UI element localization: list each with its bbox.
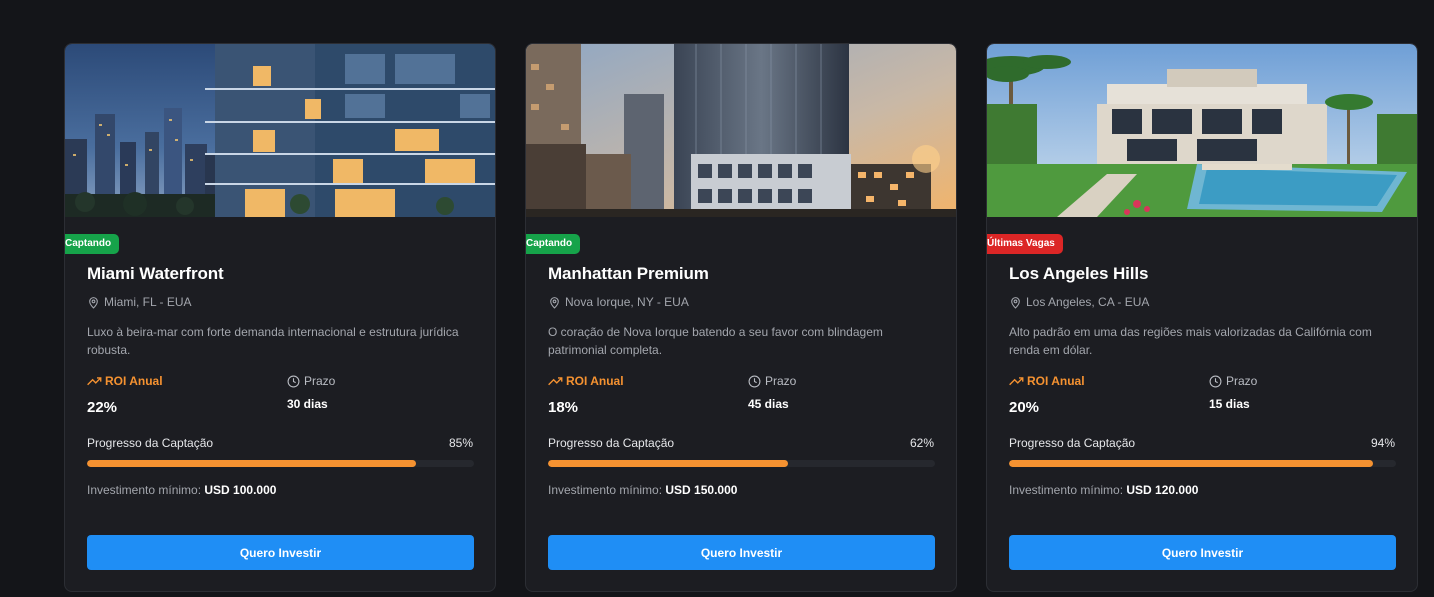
term-label-text: Prazo (765, 374, 797, 388)
term-label: Prazo (287, 374, 335, 388)
term-value: 15 dias (1209, 397, 1250, 411)
progress-label: Progresso da Captação (87, 436, 214, 450)
property-title: Manhattan Premium (548, 264, 709, 283)
property-image-miami (65, 44, 495, 217)
progress-percent: 62% (909, 436, 934, 450)
min-investment-label: Investimento mínimo: (548, 483, 666, 497)
property-title: Miami Waterfront (87, 264, 224, 283)
property-card-miami: Captando Miami Waterfront Miami, FL - EU… (64, 43, 496, 592)
clock-icon (1209, 375, 1222, 387)
minimum-investment: Investimento mínimo: USD 150.000 (548, 483, 737, 497)
progress-bar (87, 460, 474, 467)
property-description: Luxo à beira-mar com forte demanda inter… (87, 325, 459, 357)
min-investment-value: USD 100.000 (204, 483, 277, 497)
progress-fill (87, 460, 416, 467)
roi-value: 18% (548, 399, 579, 416)
property-image-los-angeles (987, 44, 1417, 217)
progress-percent: 94% (1370, 436, 1395, 450)
property-card-manhattan: Captando Manhattan Premium Nova Iorque, … (525, 43, 957, 592)
property-card-los-angeles: Últimas Vagas Los Angeles Hills Los Ange… (986, 43, 1418, 592)
progress-fill (1009, 460, 1373, 467)
status-badge: Últimas Vagas (987, 234, 1063, 254)
location-text: Los Angeles, CA - EUA (1026, 295, 1150, 309)
min-investment-value: USD 120.000 (1126, 483, 1199, 497)
location-text: Miami, FL - EUA (104, 295, 192, 309)
map-pin-icon (1011, 296, 1020, 309)
progress-fill (548, 460, 788, 467)
roi-label-text: ROI Anual (105, 374, 163, 388)
property-description: O coração de Nova Iorque batendo a seu f… (548, 325, 883, 357)
property-location: Los Angeles, CA - EUA (1009, 295, 1149, 309)
trending-up-icon (1009, 377, 1024, 386)
term-label: Prazo (1209, 374, 1257, 388)
roi-label-text: ROI Anual (1027, 374, 1085, 388)
roi-value: 22% (87, 399, 118, 416)
property-location: Miami, FL - EUA (87, 295, 192, 309)
roi-label: ROI Anual (87, 374, 163, 388)
progress-label: Progresso da Captação (1009, 436, 1136, 450)
clock-icon (287, 375, 300, 387)
progress-percent: 85% (448, 436, 473, 450)
term-value: 30 dias (287, 397, 328, 411)
status-badge: Captando (526, 234, 581, 254)
property-location: Nova Iorque, NY - EUA (548, 295, 689, 309)
trending-up-icon (548, 377, 563, 386)
minimum-investment: Investimento mínimo: USD 100.000 (87, 483, 276, 497)
min-investment-label: Investimento mínimo: (1009, 483, 1127, 497)
term-label: Prazo (748, 374, 796, 388)
map-pin-icon (550, 296, 559, 309)
property-description: Alto padrão em uma das regiões mais valo… (1009, 325, 1372, 357)
term-label-text: Prazo (1226, 374, 1258, 388)
invest-button[interactable]: Quero Investir (548, 535, 935, 570)
roi-label: ROI Anual (548, 374, 624, 388)
roi-value: 20% (1009, 399, 1040, 416)
progress-bar (1009, 460, 1396, 467)
location-text: Nova Iorque, NY - EUA (565, 295, 689, 309)
status-badge: Captando (65, 234, 120, 254)
roi-label: ROI Anual (1009, 374, 1085, 388)
map-pin-icon (89, 296, 98, 309)
minimum-investment: Investimento mínimo: USD 120.000 (1009, 483, 1198, 497)
clock-icon (748, 375, 761, 387)
invest-button[interactable]: Quero Investir (87, 535, 474, 570)
invest-button[interactable]: Quero Investir (1009, 535, 1396, 570)
min-investment-label: Investimento mínimo: (87, 483, 205, 497)
trending-up-icon (87, 377, 102, 386)
progress-bar (548, 460, 935, 467)
property-title: Los Angeles Hills (1009, 264, 1149, 283)
property-image-manhattan (526, 44, 956, 217)
min-investment-value: USD 150.000 (665, 483, 738, 497)
term-value: 45 dias (748, 397, 789, 411)
roi-label-text: ROI Anual (566, 374, 624, 388)
progress-label: Progresso da Captação (548, 436, 675, 450)
term-label-text: Prazo (304, 374, 336, 388)
